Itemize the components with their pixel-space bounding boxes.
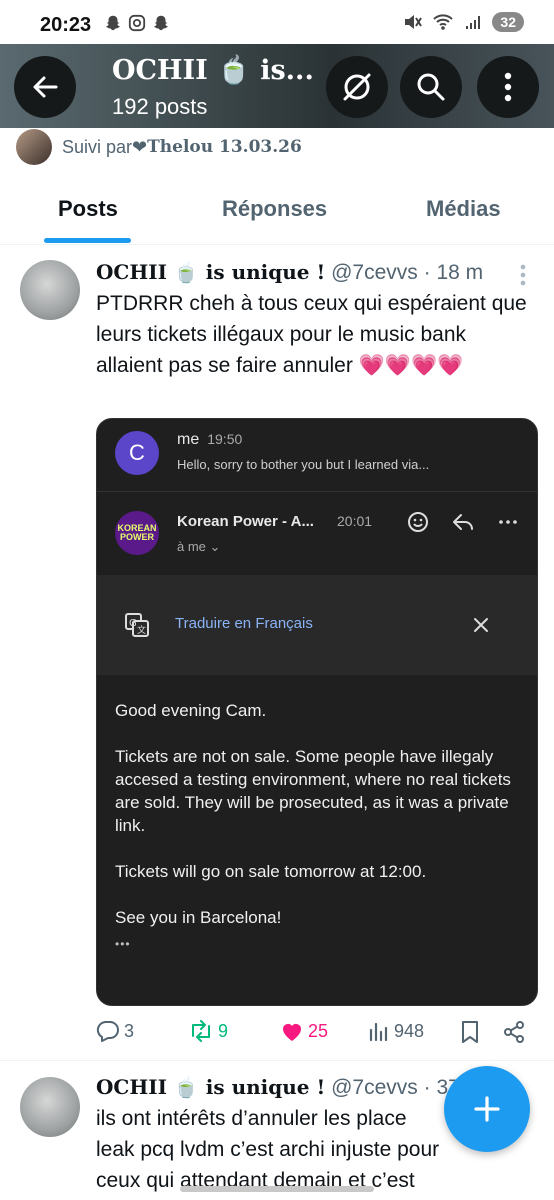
email-thread-item-2: KOREAN POWER Korean Power - A... 20:01 à… [97,493,537,573]
email-first-from: me 19:50 [177,431,242,449]
translate-label: Traduire en Français [175,615,313,632]
tab-replies[interactable]: Réponses [222,196,327,222]
snapchat-icon [153,15,169,31]
author-avatar[interactable] [20,260,80,320]
reply-icon [453,514,473,530]
email-body-line: See you in Barcelona! [115,908,282,927]
profile-header: OCHII 🍵 is... 192 posts [0,44,554,128]
grok-button[interactable] [326,56,388,118]
translate-banner: G文 Traduire en Français [97,575,537,675]
svg-text:G: G [129,618,137,629]
status-time: 20:23 [40,14,92,36]
like-action[interactable]: 25 [280,1020,328,1042]
email-thread-item-1: C me 19:50 Hello, sorry to bother you but… [97,419,537,492]
heart-filled-icon [283,1024,301,1041]
post-header: OCHII 🍵 is unique ! @7cevvs · 37 [96,1075,460,1100]
status-bar: 20:23 32 [0,0,554,44]
more-horizontal-icon [499,520,517,524]
views-action[interactable]: 948 [368,1020,424,1042]
post-text: PTDRRR cheh à tous ceux qui espéraient q… [96,288,536,381]
repost-icon [192,1020,210,1042]
gesture-nav-bar [0,1180,554,1200]
battery-badge: 32 [492,12,524,32]
author-handle-time: @7cevvs · 18 m [325,261,484,284]
translate-icon: G文 [125,613,149,637]
svg-text:文: 文 [137,624,146,636]
reply-count: 3 [124,1020,135,1041]
tab-media[interactable]: Médias [426,196,501,222]
email-first-time: 19:50 [207,431,243,447]
share-icon[interactable] [502,1020,526,1044]
more-button[interactable] [477,56,539,118]
instagram-icon [128,14,146,32]
snapchat-icon [105,15,121,31]
notification-icons [104,14,170,32]
compose-post-button[interactable] [444,1066,530,1152]
emoji-icon [408,512,428,532]
email-sender-time: 20:01 [337,513,373,529]
author-avatar[interactable] [20,1077,80,1137]
post-actions: 3 9 25 948 [96,1018,536,1048]
email-sender: Korean Power - A... [177,513,314,530]
repost-count: 9 [218,1020,229,1041]
email-body-line: Tickets are not on sale. Some people hav… [115,747,511,835]
author-name[interactable]: OCHII 🍵 is unique ! [96,260,325,284]
signal-icon [466,16,481,29]
view-count: 948 [394,1020,425,1041]
grok-icon [343,73,371,101]
profile-tabs: Posts Réponses Médias [0,182,554,245]
sender-avatar-c: C [115,431,159,475]
back-arrow-icon [33,76,58,98]
plus-icon [474,1096,500,1122]
followed-by-prefix: Suivi par [62,136,133,157]
post-media-image[interactable]: C me 19:50 Hello, sorry to bother you but… [96,418,538,1006]
email-ellipsis: ••• [115,937,131,951]
analytics-icon [369,1022,388,1042]
close-icon [474,618,488,632]
search-button[interactable] [400,56,462,118]
repost-action[interactable]: 9 [188,1020,228,1042]
post-header: OCHII 🍵 is unique ! @7cevvs · 18 m [96,260,483,285]
post-count: 192 posts [112,94,208,119]
more-vertical-icon [504,72,512,102]
author-name[interactable]: OCHII 🍵 is unique ! [96,1075,325,1099]
email-body-line: Tickets will go on sale tomorrow at 12:0… [115,862,427,881]
like-count: 25 [308,1020,329,1041]
mute-icon [405,15,423,29]
email-first-sender: me [177,431,200,448]
back-button[interactable] [14,56,76,118]
heart-glyph: ❤ [132,136,148,157]
active-tab-indicator [44,238,131,243]
reply-action[interactable]: 3 [96,1020,134,1042]
home-indicator[interactable] [180,1186,374,1192]
email-body: Good evening Cam. Tickets are not on sal… [115,699,525,956]
profile-name-title: OCHII 🍵 is... [112,55,314,86]
post-more-icon[interactable] [520,264,526,286]
bookmark-icon[interactable] [460,1020,480,1044]
follower-name: Thelou 13.03.26 [147,137,302,157]
status-right: 32 [402,12,524,32]
follower-avatar [16,129,52,165]
email-first-snippet: Hello, sorry to bother you but I learned… [177,457,430,472]
reply-bubble-icon [96,1020,119,1042]
email-action-icons [407,511,519,533]
author-handle-time: @7cevvs · 37 [325,1076,460,1099]
email-recipient: à me ⌄ [177,539,221,554]
post-text-hearts: 💗💗💗💗 [358,354,464,377]
tab-posts[interactable]: Posts [58,196,118,222]
wifi-icon [433,14,454,30]
search-icon [417,73,445,101]
followed-by-row[interactable]: Suivi par ❤ Thelou 13.03.26 [16,128,302,166]
korean-power-logo: KOREAN POWER [115,511,159,555]
email-body-line: Good evening Cam. [115,701,267,720]
